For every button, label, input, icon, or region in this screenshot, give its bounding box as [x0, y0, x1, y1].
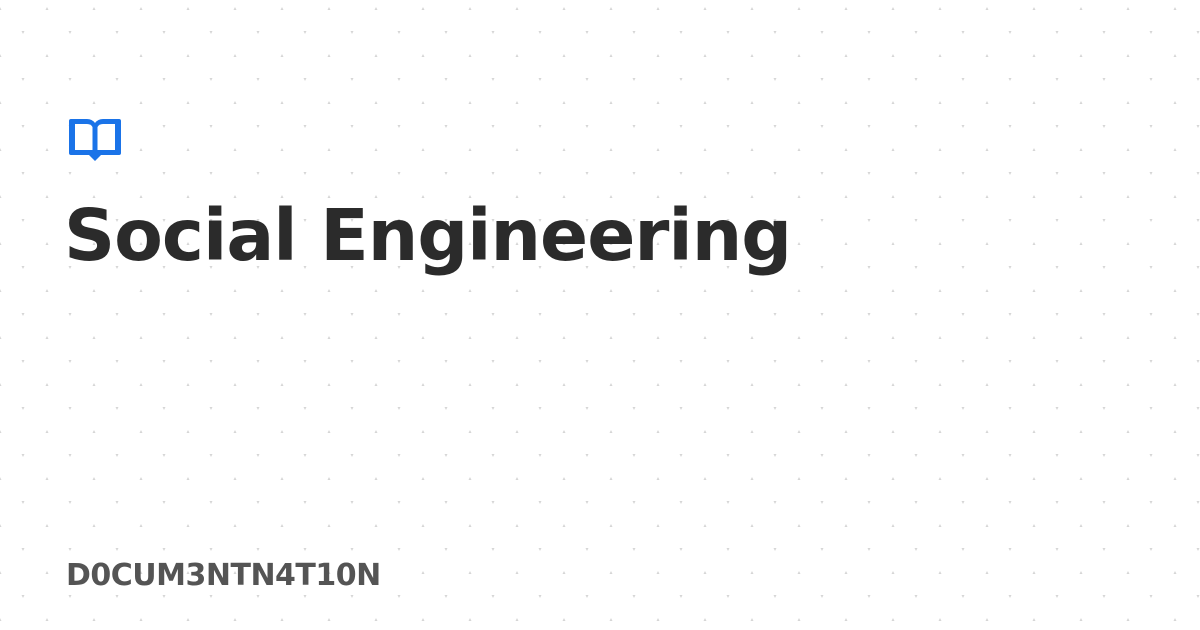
page-title: Social Engineering — [64, 194, 792, 277]
site-name: D0CUM3NTN4T10N — [66, 558, 381, 593]
dot-pattern-background — [0, 0, 1200, 630]
open-book-icon — [69, 119, 121, 161]
social-preview-card: Social Engineering D0CUM3NTN4T10N — [0, 0, 1200, 630]
